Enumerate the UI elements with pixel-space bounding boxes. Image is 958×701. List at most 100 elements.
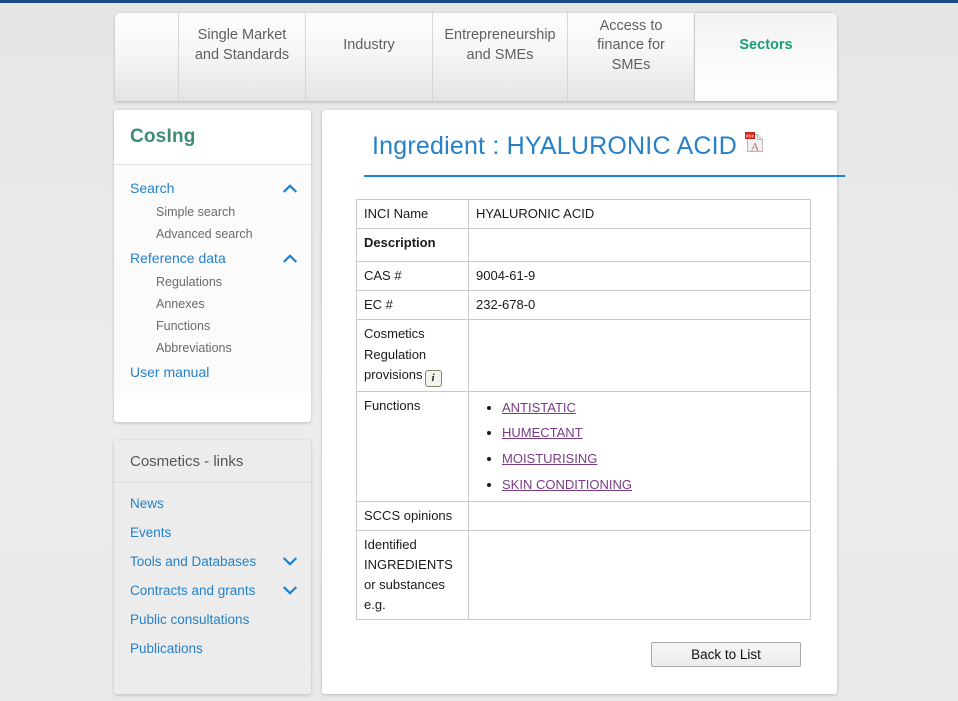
table-row: Cosmetics Regulation provisionsi	[357, 320, 811, 391]
functions-list: ANTISTATIC HUMECTANT MOISTURISING SKIN C…	[476, 398, 803, 495]
row-label: Functions	[357, 391, 469, 501]
row-value: 9004-61-9	[469, 262, 811, 291]
tab-spacer	[115, 13, 179, 101]
row-label: CAS #	[357, 262, 469, 291]
table-row: SCCS opinions	[357, 501, 811, 530]
function-link-moisturising[interactable]: MOISTURISING	[502, 451, 597, 466]
list-item: HUMECTANT	[502, 423, 803, 443]
row-label: Identified INGREDIENTS or substances e.g…	[357, 530, 469, 620]
sidebar-group-label: Reference data	[130, 250, 226, 266]
page-title-text: Ingredient : HYALURONIC ACID	[372, 132, 737, 161]
back-to-list-button[interactable]: Back to List	[651, 642, 801, 667]
ingredient-detail-table: INCI Name HYALURONIC ACID Description CA…	[356, 199, 811, 620]
sidebar-group-reference-data[interactable]: Reference data	[114, 245, 311, 271]
row-value	[469, 501, 811, 530]
chevron-down-icon[interactable]	[283, 557, 297, 566]
sidebar-item-tools-and-databases[interactable]: Tools and Databases	[114, 547, 311, 576]
sidebar-item-news[interactable]: News	[114, 489, 311, 518]
sidebar-item-events[interactable]: Events	[114, 518, 311, 547]
row-value	[469, 320, 811, 391]
ingredient-detail-panel: Ingredient : HYALURONIC ACID PDF A INCI …	[322, 110, 837, 694]
row-value: 232-678-0	[469, 291, 811, 320]
sidebar-item-label: Events	[130, 525, 171, 540]
info-icon[interactable]: i	[425, 370, 442, 387]
function-link-skin-conditioning[interactable]: SKIN CONDITIONING	[502, 477, 632, 492]
svg-text:PDF: PDF	[746, 133, 755, 138]
tab-label: Entrepreneurship and SMEs	[441, 26, 559, 65]
tab-label: Access to finance for SMEs	[576, 17, 686, 76]
cosmetics-links-title: Cosmetics - links	[130, 453, 243, 470]
tab-access-to-finance-for-smes[interactable]: Access to finance for SMEs	[568, 13, 695, 101]
sidebar-item-simple-search[interactable]: Simple search	[114, 201, 311, 223]
row-value	[469, 530, 811, 620]
table-row: INCI Name HYALURONIC ACID	[357, 200, 811, 229]
list-item: MOISTURISING	[502, 449, 803, 469]
row-label: Description	[357, 229, 469, 262]
top-accent-rule	[0, 0, 958, 3]
sidebar-group-label: Search	[130, 180, 174, 196]
tab-label: Industry	[343, 36, 395, 56]
sidebar-item-label: Tools and Databases	[130, 554, 256, 569]
table-row: Functions ANTISTATIC HUMECTANT MOISTURIS…	[357, 391, 811, 501]
function-link-humectant[interactable]: HUMECTANT	[502, 425, 583, 440]
table-row: Identified INGREDIENTS or substances e.g…	[357, 530, 811, 620]
chevron-up-icon[interactable]	[283, 254, 297, 263]
sidebar-item-regulations[interactable]: Regulations	[114, 271, 311, 293]
sidebar-item-annexes[interactable]: Annexes	[114, 293, 311, 315]
chevron-down-icon[interactable]	[283, 586, 297, 595]
sidebar-item-label: Contracts and grants	[130, 583, 255, 598]
row-value: HYALURONIC ACID	[469, 200, 811, 229]
sidebar-item-label: Simple search	[156, 205, 235, 219]
sidebar-item-label: Public consultations	[130, 612, 249, 627]
sidebar-item-contracts-and-grants[interactable]: Contracts and grants	[114, 576, 311, 605]
cosmetics-links-body: News Events Tools and Databases Contract…	[114, 483, 311, 694]
row-label-text: Cosmetics Regulation provisions	[364, 326, 426, 381]
tab-single-market-and-standards[interactable]: Single Market and Standards	[179, 13, 306, 101]
sidebar-item-publications[interactable]: Publications	[114, 634, 311, 663]
row-label: EC #	[357, 291, 469, 320]
function-link-antistatic[interactable]: ANTISTATIC	[502, 400, 576, 415]
sidebar-group-search[interactable]: Search	[114, 175, 311, 201]
page-title: Ingredient : HYALURONIC ACID PDF A	[372, 132, 819, 161]
sidebar-item-abbreviations[interactable]: Abbreviations	[114, 337, 311, 359]
tab-label: Single Market and Standards	[187, 26, 297, 65]
row-label: INCI Name	[357, 200, 469, 229]
pdf-icon[interactable]: PDF A	[745, 132, 765, 161]
table-row: Description	[357, 229, 811, 262]
cosmetics-links-panel: Cosmetics - links News Events Tools and …	[114, 440, 311, 694]
table-row: CAS # 9004-61-9	[357, 262, 811, 291]
sidebar-item-label: Abbreviations	[156, 341, 232, 355]
chevron-up-icon[interactable]	[283, 184, 297, 193]
sidebar-item-label: Regulations	[156, 275, 222, 289]
primary-navigation-tabs: Single Market and Standards Industry Ent…	[115, 13, 837, 101]
sidebar-item-label: Advanced search	[156, 227, 253, 241]
tab-industry[interactable]: Industry	[306, 13, 433, 101]
cosmetics-links-header: Cosmetics - links	[114, 440, 311, 483]
row-label: Cosmetics Regulation provisionsi	[357, 320, 469, 391]
footer-actions: Back to List	[352, 642, 819, 667]
sidebar-item-label: News	[130, 496, 164, 511]
sidebar-item-advanced-search[interactable]: Advanced search	[114, 223, 311, 245]
cosing-panel-header: CosIng	[114, 110, 311, 165]
sidebar-item-public-consultations[interactable]: Public consultations	[114, 605, 311, 634]
title-divider	[364, 175, 845, 177]
svg-text:A: A	[751, 140, 760, 154]
sidebar-item-label: Publications	[130, 641, 203, 656]
row-value-functions: ANTISTATIC HUMECTANT MOISTURISING SKIN C…	[469, 391, 811, 501]
sidebar-item-label: Functions	[156, 319, 210, 333]
row-value	[469, 229, 811, 262]
table-row: EC # 232-678-0	[357, 291, 811, 320]
list-item: ANTISTATIC	[502, 398, 803, 418]
list-item: SKIN CONDITIONING	[502, 475, 803, 495]
sidebar-item-functions[interactable]: Functions	[114, 315, 311, 337]
tab-sectors[interactable]: Sectors	[695, 13, 837, 101]
tab-entrepreneurship-and-smes[interactable]: Entrepreneurship and SMEs	[433, 13, 568, 101]
row-label: SCCS opinions	[357, 501, 469, 530]
cosing-navigation-panel: CosIng Search Simple search Advanced sea…	[114, 110, 311, 422]
cosing-nav-body: Search Simple search Advanced search Ref…	[114, 165, 311, 393]
sidebar-item-label: User manual	[130, 364, 209, 380]
sidebar-item-label: Annexes	[156, 297, 205, 311]
sidebar-item-user-manual[interactable]: User manual	[114, 359, 311, 385]
tab-label: Sectors	[739, 36, 792, 56]
cosing-title: CosIng	[130, 126, 196, 148]
